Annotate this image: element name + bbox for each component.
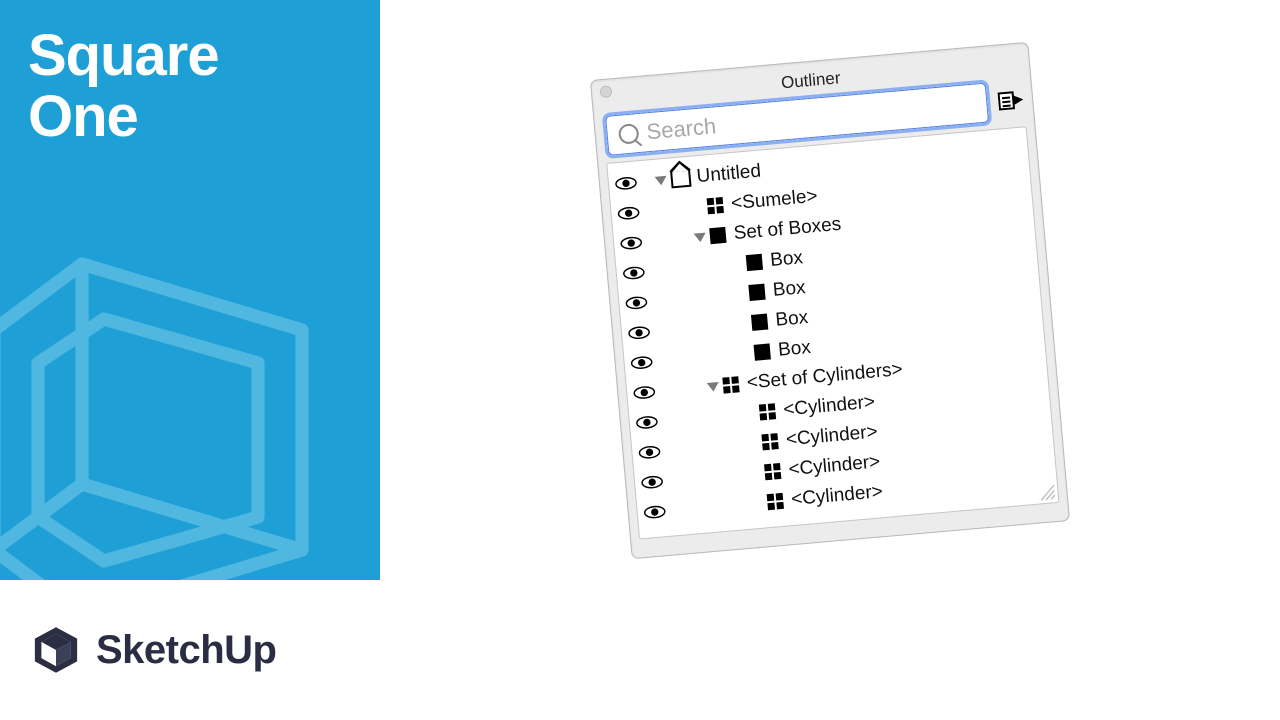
sketchup-logo-icon bbox=[30, 624, 82, 676]
disclosure-triangle-icon[interactable] bbox=[707, 382, 720, 392]
disclosure-triangle-icon[interactable] bbox=[694, 232, 707, 242]
group-icon bbox=[748, 284, 765, 301]
details-menu-button[interactable] bbox=[997, 88, 1025, 112]
tree-row-label: Box bbox=[769, 247, 804, 272]
tree-row-label: <Sumele> bbox=[730, 186, 818, 215]
component-icon bbox=[759, 403, 776, 420]
tree-row-label: <Cylinder> bbox=[785, 421, 878, 451]
outliner-tree[interactable]: Untitled<Sumele>Set of BoxesBoxBoxBoxBox… bbox=[606, 126, 1059, 539]
component-icon bbox=[764, 463, 781, 480]
tree-row-label: <Cylinder> bbox=[790, 481, 883, 511]
component-icon bbox=[707, 197, 724, 214]
visibility-eye-icon[interactable] bbox=[620, 265, 647, 281]
tree-row-label: Box bbox=[777, 337, 812, 362]
visibility-eye-icon[interactable] bbox=[636, 444, 663, 460]
visibility-eye-icon[interactable] bbox=[641, 504, 668, 520]
search-icon bbox=[618, 123, 640, 145]
group-icon bbox=[709, 227, 726, 244]
visibility-eye-icon[interactable] bbox=[615, 205, 642, 221]
outliner-panel: Outliner Untitled<S bbox=[590, 42, 1070, 560]
tree-row-label: Box bbox=[775, 307, 810, 332]
brand-name: SketchUp bbox=[96, 628, 277, 673]
visibility-eye-icon[interactable] bbox=[639, 474, 666, 490]
tree-row-label: <Cylinder> bbox=[788, 451, 881, 481]
visibility-eye-icon[interactable] bbox=[623, 295, 650, 311]
visibility-eye-icon[interactable] bbox=[618, 235, 645, 251]
visibility-eye-icon[interactable] bbox=[626, 325, 653, 341]
disclosure-triangle-icon[interactable] bbox=[655, 175, 668, 185]
series-title: Square One bbox=[28, 26, 352, 148]
tree-row-label: Box bbox=[772, 277, 807, 302]
component-icon bbox=[761, 433, 778, 450]
model-icon bbox=[670, 169, 691, 189]
visibility-eye-icon[interactable] bbox=[631, 384, 658, 400]
visibility-eye-icon[interactable] bbox=[633, 414, 660, 430]
component-icon bbox=[722, 376, 739, 393]
visibility-eye-icon[interactable] bbox=[628, 355, 655, 371]
background-cube-icon bbox=[0, 220, 380, 580]
group-icon bbox=[746, 254, 763, 271]
group-icon bbox=[751, 314, 768, 331]
component-icon bbox=[767, 493, 784, 510]
title-panel: Square One bbox=[0, 0, 380, 580]
tree-row-label: Untitled bbox=[696, 161, 762, 189]
group-icon bbox=[754, 343, 771, 360]
tree-row-label: <Cylinder> bbox=[782, 392, 875, 422]
visibility-eye-icon[interactable] bbox=[612, 175, 639, 191]
resize-grip-icon[interactable] bbox=[1037, 482, 1057, 502]
brand-bar: SketchUp bbox=[0, 580, 380, 720]
